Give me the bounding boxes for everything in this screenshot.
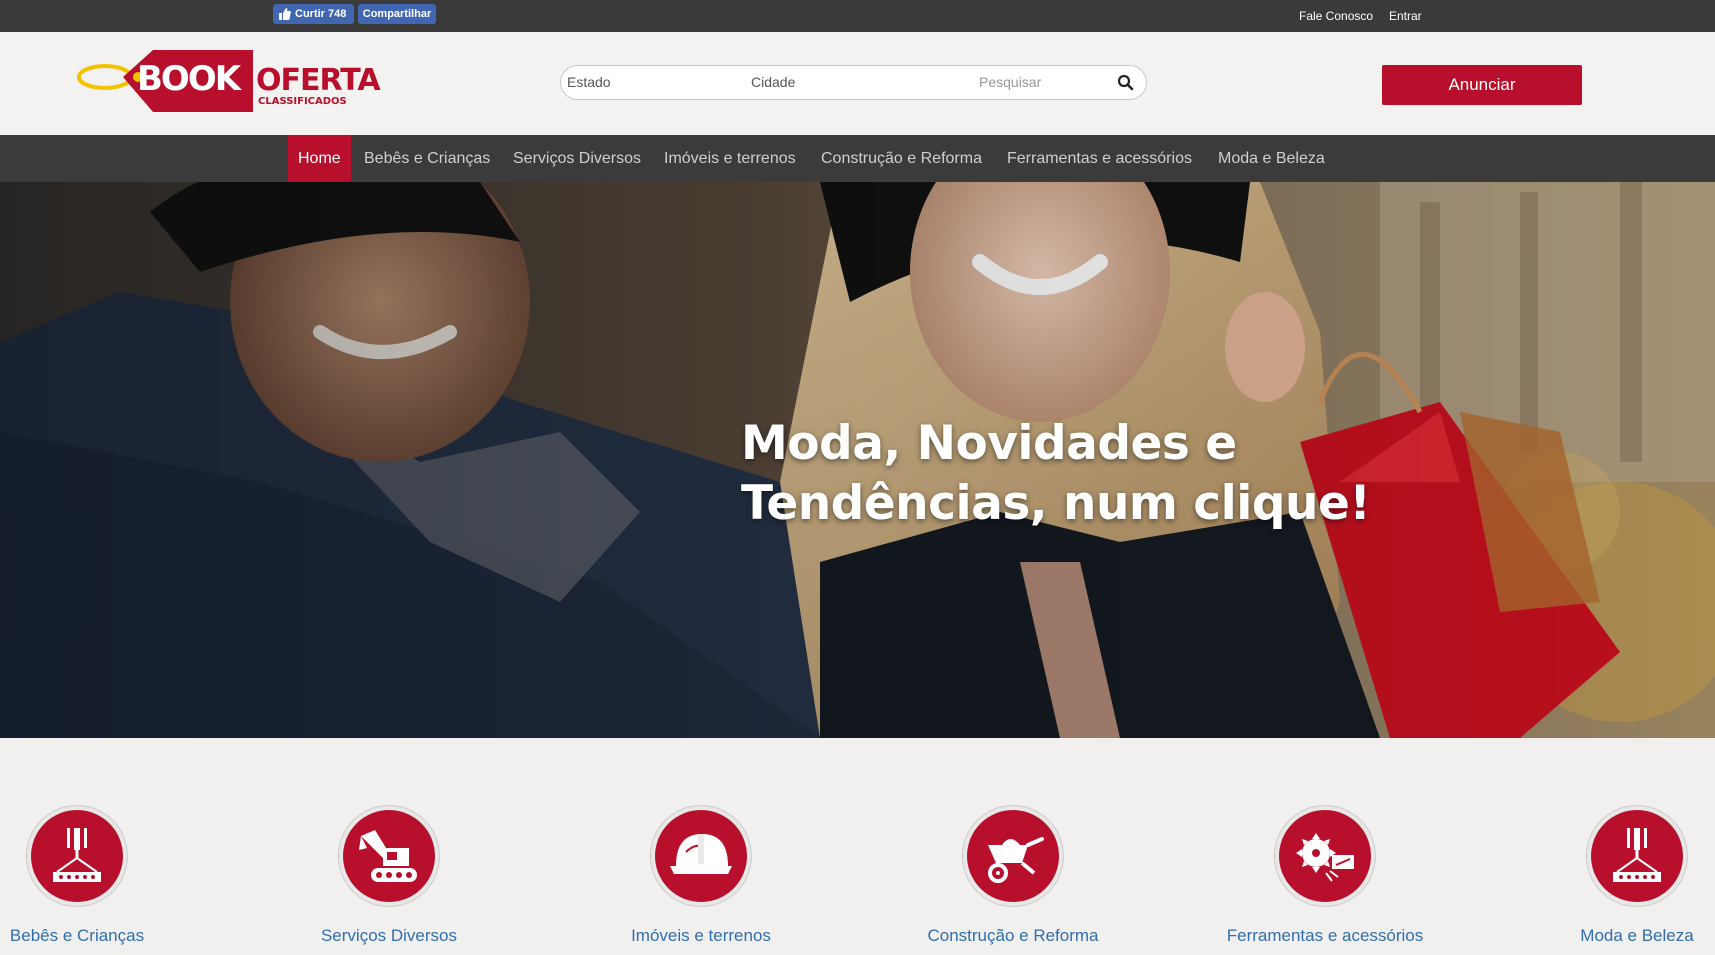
hero-banner: Moda, Novidades e Tendências, num clique…: [0, 182, 1715, 738]
hard-hat-icon: [670, 834, 732, 874]
category-circle[interactable]: [27, 806, 127, 906]
category-label[interactable]: Construção e Reforma: [903, 926, 1123, 946]
cidade-select[interactable]: Cidade: [751, 74, 795, 90]
nav-item-home[interactable]: Home: [288, 135, 351, 182]
search-icon[interactable]: [1117, 74, 1135, 92]
category-circle[interactable]: [1275, 806, 1375, 906]
category-circle[interactable]: [651, 806, 751, 906]
saw-blade-icon: [1296, 833, 1354, 882]
contact-link[interactable]: Fale Conosco: [1299, 9, 1373, 23]
category-imoveis-terrenos[interactable]: Imóveis e terrenos: [591, 806, 811, 946]
nav-item-construcao-reforma[interactable]: Construção e Reforma: [821, 135, 982, 182]
top-bar: Curtir 748 Compartilhar Fale Conosco Ent…: [0, 0, 1715, 32]
category-circle[interactable]: [339, 806, 439, 906]
logo-book-text: BOOK: [137, 59, 243, 99]
excavator-icon: [359, 830, 417, 882]
crane-hook-icon: [1613, 828, 1661, 882]
nav-item-ferramentas-acessorios[interactable]: Ferramentas e acessórios: [1007, 135, 1192, 182]
wheelbarrow-icon: [988, 837, 1044, 883]
thumbs-up-icon: [279, 8, 291, 20]
category-label[interactable]: Ferramentas e acessórios: [1215, 926, 1435, 946]
category-strip: Bebês e Crianças Serviços Diversos Imóve: [0, 738, 1715, 955]
logo-oferta-text: OFERTA: [256, 63, 381, 98]
category-construcao-reforma[interactable]: Construção e Reforma: [903, 806, 1123, 946]
like-count-label: Curtir 748: [295, 8, 347, 20]
search-bar: Estado Cidade Pesquisar: [560, 65, 1147, 100]
facebook-like-button[interactable]: Curtir 748: [273, 4, 354, 24]
category-label[interactable]: Serviços Diversos: [279, 926, 499, 946]
main-nav: Home Bebês e Crianças Serviços Diversos …: [0, 135, 1715, 182]
login-link[interactable]: Entrar: [1389, 9, 1422, 23]
category-ferramentas-acessorios[interactable]: Ferramentas e acessórios: [1215, 806, 1435, 946]
bookoferta-logo[interactable]: BOOK OFERTA CLASSIFICADOS: [75, 46, 395, 121]
hero-headline: Moda, Novidades e Tendências, num clique…: [741, 414, 1381, 534]
nav-item-moda-beleza[interactable]: Moda e Beleza: [1218, 135, 1325, 182]
category-bebes-criancas[interactable]: Bebês e Crianças: [0, 806, 187, 946]
site-header: BOOK OFERTA CLASSIFICADOS Estado Cidade …: [0, 32, 1715, 135]
facebook-share-button[interactable]: Compartilhar: [358, 4, 436, 24]
category-label[interactable]: Imóveis e terrenos: [591, 926, 811, 946]
category-circle[interactable]: [1587, 806, 1687, 906]
crane-hook-icon: [53, 828, 101, 882]
category-servicos-diversos[interactable]: Serviços Diversos: [279, 806, 499, 946]
hero-headline-line-1: Moda, Novidades e: [741, 416, 1237, 471]
announce-button[interactable]: Anunciar: [1382, 65, 1582, 105]
estado-select[interactable]: Estado: [567, 74, 611, 90]
hero-headline-line-2: Tendências, num clique!: [741, 476, 1371, 531]
nav-item-servicos-diversos[interactable]: Serviços Diversos: [513, 135, 641, 182]
category-label[interactable]: Bebês e Crianças: [0, 926, 187, 946]
category-circle[interactable]: [963, 806, 1063, 906]
search-input[interactable]: Pesquisar: [979, 74, 1041, 90]
nav-item-imoveis-terrenos[interactable]: Imóveis e terrenos: [664, 135, 796, 182]
category-label[interactable]: Moda e Beleza: [1527, 926, 1715, 946]
category-moda-beleza[interactable]: Moda e Beleza: [1527, 806, 1715, 946]
logo-subtitle-text: CLASSIFICADOS: [258, 96, 347, 107]
nav-item-bebes-criancas[interactable]: Bebês e Crianças: [364, 135, 490, 182]
